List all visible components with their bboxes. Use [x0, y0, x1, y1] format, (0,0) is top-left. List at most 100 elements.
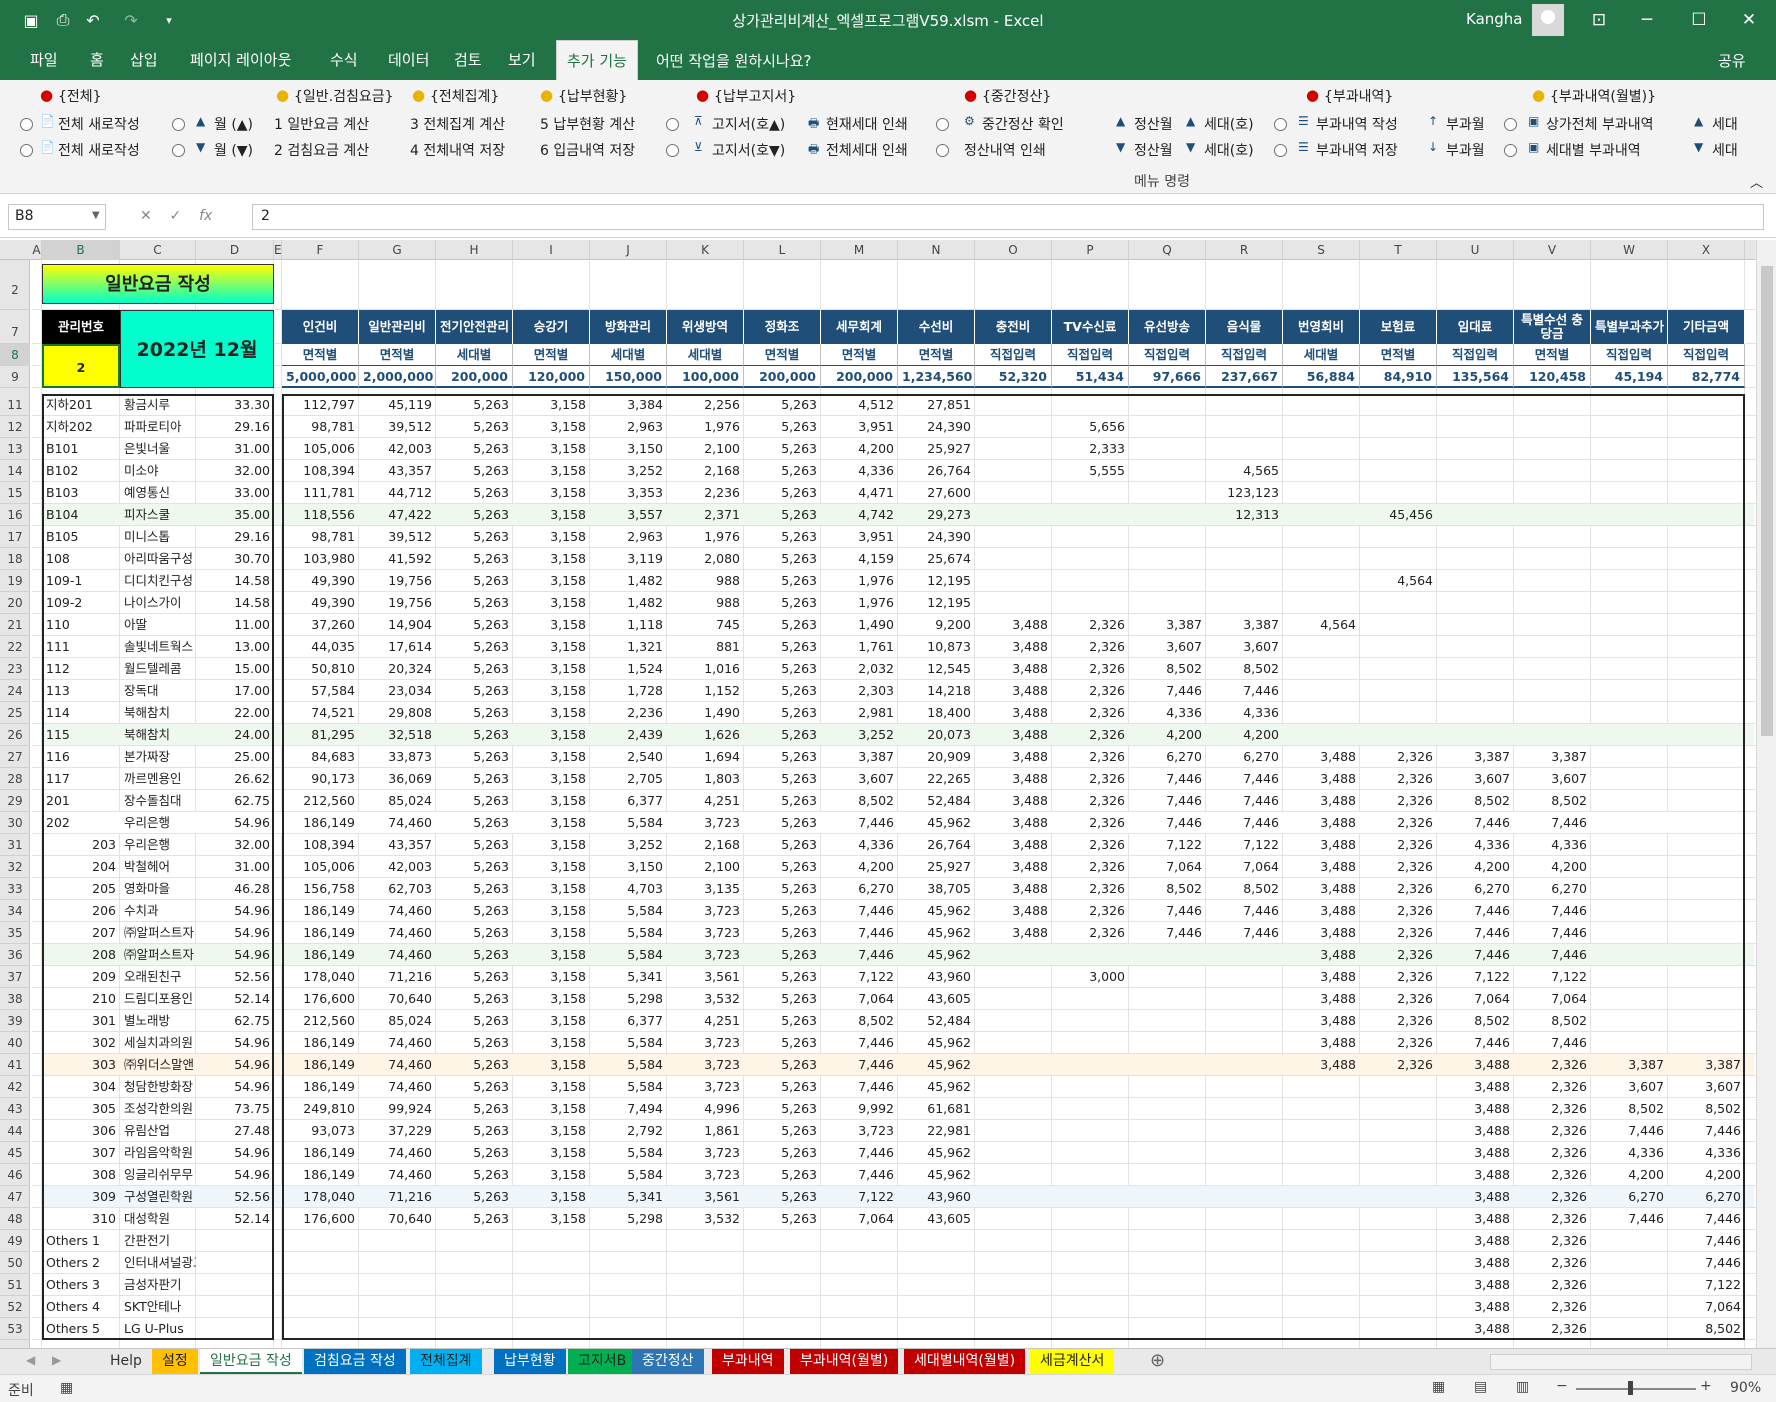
row-header[interactable]: 35 [0, 922, 30, 944]
fee-total[interactable]: 200,000 [744, 366, 821, 388]
row-header[interactable]: 42 [0, 1076, 30, 1098]
zoom-level[interactable]: 90% [1730, 1380, 1761, 1396]
share-button[interactable]: 공유 [1718, 50, 1746, 71]
zoom-in-icon[interactable]: + [1700, 1378, 1712, 1394]
ribbon-button[interactable]: 월 (▼) [214, 140, 253, 160]
row-header[interactable]: 47 [0, 1186, 30, 1208]
page-break-view-icon[interactable]: ▥ [1516, 1379, 1529, 1395]
ribbon-button[interactable]: 세대 [1712, 114, 1738, 134]
fee-total[interactable]: 52,320 [975, 366, 1052, 388]
ribbon-button[interactable]: 2 검침요금 계산 [274, 140, 369, 160]
row-header[interactable]: 27 [0, 746, 30, 768]
row-header[interactable]: 24 [0, 680, 30, 702]
row-header[interactable]: 21 [0, 614, 30, 636]
row-header[interactable]: 40 [0, 1032, 30, 1054]
column-header[interactable]: A [32, 240, 42, 260]
row-header[interactable]: 52 [0, 1296, 30, 1318]
fee-total[interactable]: 97,666 [1129, 366, 1206, 388]
ribbon-radio[interactable] [666, 144, 679, 157]
menu-tab[interactable]: 파일 [20, 40, 68, 80]
ribbon-radio[interactable] [172, 118, 185, 131]
sheet-tab[interactable]: 납부현황 [494, 1349, 566, 1374]
row-header[interactable]: 31 [0, 834, 30, 856]
ribbon-button[interactable]: 전체세대 인쇄 [826, 140, 908, 160]
ribbon-button[interactable]: 고지서(호▼) [712, 140, 785, 160]
column-header[interactable]: T [1360, 240, 1437, 260]
column-header[interactable]: J [590, 240, 667, 260]
menu-tab[interactable]: 홈 [80, 40, 114, 80]
sheet-tab[interactable]: 고지서B [568, 1349, 637, 1374]
sheet-tab[interactable]: 부과내역(월별) [790, 1349, 899, 1374]
ribbon-button[interactable]: 부과내역 저장 [1316, 140, 1398, 160]
ribbon-button[interactable]: 부과내역 작성 [1316, 114, 1398, 134]
row-header[interactable]: 32 [0, 856, 30, 878]
row-header[interactable]: 20 [0, 592, 30, 614]
column-header[interactable]: I [513, 240, 590, 260]
column-header[interactable]: Q [1129, 240, 1206, 260]
column-header[interactable]: U [1437, 240, 1514, 260]
ribbon-button[interactable]: 세대 [1712, 140, 1738, 160]
fee-total[interactable]: 100,000 [667, 366, 744, 388]
row-header[interactable]: 19 [0, 570, 30, 592]
column-header[interactable]: X [1668, 240, 1745, 260]
ribbon-radio[interactable] [1504, 144, 1517, 157]
fee-total[interactable]: 51,434 [1052, 366, 1129, 388]
fee-total[interactable]: 135,564 [1437, 366, 1514, 388]
row-header[interactable]: 44 [0, 1120, 30, 1142]
ribbon-display-icon[interactable]: ⊡ [1576, 0, 1622, 40]
column-header[interactable]: H [436, 240, 513, 260]
fee-total[interactable]: 120,458 [1514, 366, 1591, 388]
ribbon-button[interactable]: 상가전체 부과내역 [1546, 114, 1654, 134]
add-sheet-icon[interactable]: ⊕ [1150, 1350, 1165, 1371]
menu-tab[interactable]: 페이지 레이아웃 [180, 40, 301, 80]
fee-total[interactable]: 237,667 [1206, 366, 1283, 388]
horizontal-scrollbar[interactable] [1490, 1354, 1752, 1370]
fee-total[interactable]: 120,000 [513, 366, 590, 388]
fee-total[interactable]: 45,194 [1591, 366, 1668, 388]
row-header[interactable]: 14 [0, 460, 30, 482]
fee-total[interactable]: 200,000 [436, 366, 513, 388]
normal-view-icon[interactable]: ▦ [1432, 1379, 1445, 1395]
row-header[interactable]: 39 [0, 1010, 30, 1032]
row-header[interactable]: 11 [0, 394, 30, 416]
fee-total[interactable]: 150,000 [590, 366, 667, 388]
row-header[interactable]: 45 [0, 1142, 30, 1164]
macro-record-icon[interactable]: ▦ [60, 1380, 73, 1396]
row-header[interactable]: 28 [0, 768, 30, 790]
row-header[interactable]: 23 [0, 658, 30, 680]
column-header[interactable]: V [1514, 240, 1591, 260]
menu-tab[interactable]: 검토 [444, 40, 492, 80]
row-header[interactable]: 7 [0, 310, 30, 344]
ribbon-radio[interactable] [936, 118, 949, 131]
row-header[interactable]: 26 [0, 724, 30, 746]
ribbon-button[interactable]: 고지서(호▲) [712, 114, 785, 134]
ribbon-button[interactable]: 5 납부현황 계산 [540, 114, 635, 134]
column-header[interactable]: F [282, 240, 359, 260]
fee-total[interactable]: 5,000,000 [282, 366, 359, 388]
column-header[interactable]: C [120, 240, 196, 260]
zoom-out-icon[interactable]: − [1556, 1378, 1568, 1394]
ribbon-button[interactable]: 3 전체집계 계산 [410, 114, 505, 134]
page-layout-view-icon[interactable]: ▤ [1474, 1379, 1487, 1395]
zoom-slider[interactable] [1576, 1388, 1696, 1390]
fee-total[interactable]: 84,910 [1360, 366, 1437, 388]
row-header[interactable]: 48 [0, 1208, 30, 1230]
formula-input[interactable]: 2 [252, 204, 1764, 230]
row-header[interactable]: 30 [0, 812, 30, 834]
user-name[interactable]: Kangha [1466, 10, 1523, 28]
row-header[interactable]: 25 [0, 702, 30, 724]
column-header[interactable]: B [42, 240, 120, 260]
row-header[interactable]: 2 [0, 260, 30, 310]
sheet-tab[interactable]: 세금계산서 [1030, 1349, 1115, 1374]
ribbon-button[interactable]: 월 (▲) [214, 114, 253, 134]
close-icon[interactable]: ✕ [1726, 0, 1772, 40]
row-header[interactable]: 50 [0, 1252, 30, 1274]
fee-total[interactable]: 1,234,560 [898, 366, 975, 388]
row-header[interactable]: 43 [0, 1098, 30, 1120]
ribbon-radio[interactable] [20, 118, 33, 131]
column-header[interactable]: D [196, 240, 274, 260]
ribbon-button[interactable]: 정산월 [1134, 114, 1173, 134]
ribbon-button[interactable]: 현재세대 인쇄 [826, 114, 908, 134]
row-header[interactable]: 17 [0, 526, 30, 548]
row-header[interactable]: 53 [0, 1318, 30, 1340]
